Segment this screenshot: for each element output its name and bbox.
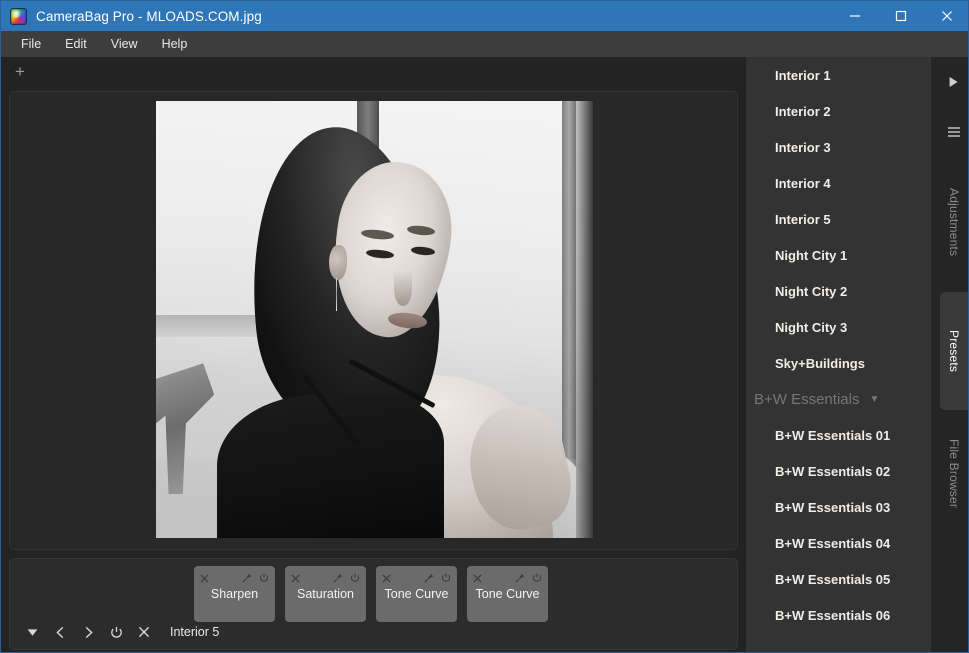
preset-item[interactable]: Interior 1 [746, 57, 931, 93]
document-tab-strip: + [1, 57, 746, 91]
filter-stack-panel: Sharpen Saturation Tone Curve Tone Curve… [9, 558, 738, 650]
preset-group-label: B+W Essentials [754, 390, 860, 408]
menu-item-edit[interactable]: Edit [53, 33, 99, 55]
presets-sidebar: Interior 1 Interior 2 Interior 3 Interio… [746, 57, 931, 652]
photo-earring [336, 277, 338, 311]
power-icon[interactable] [102, 621, 130, 643]
menu-item-view[interactable]: View [99, 33, 150, 55]
photo-ear [328, 245, 347, 281]
app-window: CameraBag Pro - MLOADS.COM.jpg File Edit… [0, 0, 969, 653]
play-arrow-icon[interactable] [938, 69, 968, 95]
close-icon[interactable] [924, 1, 968, 31]
preset-item[interactable]: B+W Essentials 01 [746, 417, 931, 453]
preset-item[interactable]: B+W Essentials 04 [746, 525, 931, 561]
panel-tab-rail: Adjustments Presets File Browser [938, 57, 968, 652]
add-tab-button[interactable]: + [12, 63, 28, 80]
preset-item[interactable]: Interior 3 [746, 129, 931, 165]
photo-right-shadow [575, 101, 593, 538]
preset-item[interactable]: B+W Essentials 02 [746, 453, 931, 489]
preset-item[interactable]: B+W Essentials 06 [746, 597, 931, 633]
preset-item[interactable]: Sky+Buildings [746, 345, 931, 381]
preset-item[interactable]: Interior 2 [746, 93, 931, 129]
close-icon[interactable] [473, 570, 482, 588]
clear-preset-icon[interactable] [130, 621, 158, 643]
filter-tile-list: Sharpen Saturation Tone Curve Tone Curve [194, 566, 548, 622]
image-canvas-panel[interactable] [9, 91, 738, 550]
photo-dress [217, 393, 445, 538]
preset-item[interactable]: Interior 4 [746, 165, 931, 201]
photo-window-post [561, 101, 576, 504]
power-icon[interactable] [532, 570, 542, 588]
close-icon[interactable] [382, 570, 391, 588]
filter-tile[interactable]: Saturation [285, 566, 366, 622]
hamburger-icon[interactable] [938, 119, 968, 145]
preset-item[interactable]: Interior 5 [746, 201, 931, 237]
menu-item-help[interactable]: Help [150, 33, 200, 55]
filter-tile-label: Saturation [297, 587, 354, 601]
camerabag-prism-icon [10, 7, 27, 25]
filter-tile-label: Sharpen [210, 587, 259, 601]
power-icon[interactable] [259, 570, 269, 588]
pin-icon[interactable] [242, 570, 252, 588]
filter-tile[interactable]: Tone Curve [376, 566, 457, 622]
filter-tile-label: Tone Curve [384, 587, 449, 601]
filter-tile[interactable]: Tone Curve [467, 566, 548, 622]
chevron-down-icon[interactable]: ▼ [869, 394, 879, 405]
chevron-right-icon[interactable] [74, 621, 102, 643]
title-bar: CameraBag Pro - MLOADS.COM.jpg [1, 1, 968, 31]
preset-item[interactable]: Night City 3 [746, 309, 931, 345]
window-title: CameraBag Pro - MLOADS.COM.jpg [36, 8, 262, 24]
pin-icon[interactable] [424, 570, 434, 588]
tab-file-browser[interactable]: File Browser [940, 415, 968, 533]
caret-down-icon[interactable] [18, 621, 46, 643]
preset-item[interactable]: B+W Essentials 03 [746, 489, 931, 525]
preset-item[interactable]: B+W Essentials 05 [746, 561, 931, 597]
photo-preview [156, 101, 593, 538]
chevron-left-icon[interactable] [46, 621, 74, 643]
preset-group-header[interactable]: B+W Essentials ▼ [746, 381, 931, 417]
presets-list: Interior 1 Interior 2 Interior 3 Interio… [746, 57, 931, 633]
menu-item-file[interactable]: File [9, 33, 53, 55]
pin-icon[interactable] [333, 570, 343, 588]
filter-tile-label: Tone Curve [475, 587, 540, 601]
preset-navigation-bar: Interior 5 [18, 621, 729, 643]
tab-adjustments[interactable]: Adjustments [940, 162, 968, 282]
close-icon[interactable] [200, 570, 209, 588]
photo-nose [394, 271, 412, 307]
power-icon[interactable] [441, 570, 451, 588]
minimize-icon[interactable] [832, 1, 878, 31]
window-controls [832, 1, 968, 31]
power-icon[interactable] [350, 570, 360, 588]
filter-tile[interactable]: Sharpen [194, 566, 275, 622]
menu-bar: File Edit View Help [1, 31, 968, 57]
pin-icon[interactable] [515, 570, 525, 588]
close-icon[interactable] [291, 570, 300, 588]
tab-presets[interactable]: Presets [940, 292, 968, 410]
work-area: + Sharpen Saturation Tone Curve Tone Cur… [1, 57, 746, 652]
maximize-icon[interactable] [878, 1, 924, 31]
preset-item[interactable]: Night City 2 [746, 273, 931, 309]
active-preset-label: Interior 5 [170, 625, 220, 639]
preset-item[interactable]: Night City 1 [746, 237, 931, 273]
